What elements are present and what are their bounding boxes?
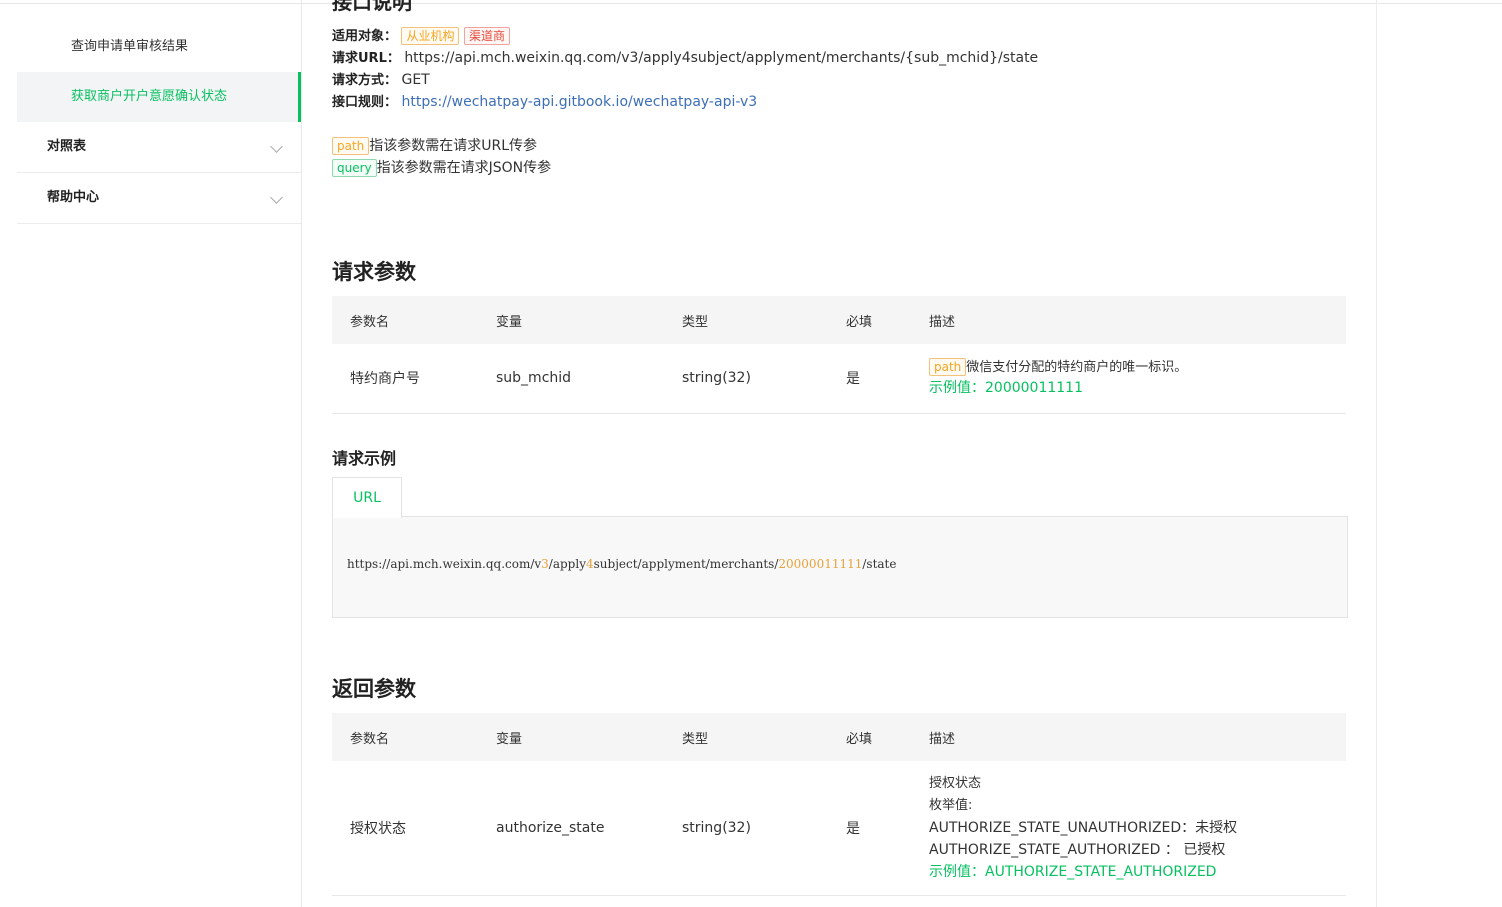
col-header: 变量 bbox=[495, 713, 681, 761]
applicable-label: 适用对象： bbox=[332, 29, 398, 44]
sidebar-nav: 查询申请单审核结果 获取商户开户意愿确认状态 对照表 帮助中心 bbox=[17, 22, 301, 224]
code-text: https://api.mch.weixin.qq.com/v bbox=[347, 557, 542, 571]
query-desc: 指该参数需在请求JSON传参 bbox=[376, 160, 552, 176]
sidebar-divider bbox=[301, 0, 302, 907]
url-label: 请求URL： bbox=[332, 51, 400, 66]
method-row: 请求方式： GET bbox=[332, 70, 430, 91]
tag-institution: 从业机构 bbox=[401, 27, 460, 45]
chevron-down-icon bbox=[270, 140, 283, 153]
response-params-title: 返回参数 bbox=[332, 677, 416, 701]
path-tag: path bbox=[332, 137, 370, 155]
param-var: authorize_state bbox=[495, 761, 681, 896]
chevron-down-icon bbox=[270, 191, 283, 204]
param-type: string(32) bbox=[681, 344, 845, 414]
desc-line: AUTHORIZE_STATE_UNAUTHORIZED：未授权 bbox=[929, 819, 1238, 836]
param-desc: 授权状态 枚举值: AUTHORIZE_STATE_UNAUTHORIZED：未… bbox=[928, 761, 1346, 896]
rule-label: 接口规则： bbox=[332, 95, 398, 110]
sidebar-group-reference-table[interactable]: 对照表 bbox=[17, 122, 301, 173]
sidebar-item-query-audit-result[interactable]: 查询申请单审核结果 bbox=[17, 22, 301, 72]
path-tag: path bbox=[929, 358, 967, 377]
col-header: 描述 bbox=[928, 713, 1346, 761]
path-desc: 指该参数需在请求URL传参 bbox=[369, 138, 538, 154]
col-header: 参数名 bbox=[332, 713, 495, 761]
col-header: 变量 bbox=[495, 296, 681, 344]
path-legend: path 指该参数需在请求URL传参 bbox=[332, 136, 537, 156]
col-header: 必填 bbox=[845, 713, 928, 761]
col-header: 参数名 bbox=[332, 296, 495, 344]
param-type: string(32) bbox=[681, 761, 845, 896]
desc-line: 枚举值: bbox=[929, 797, 973, 813]
code-text: /apply bbox=[548, 557, 586, 571]
code-text: subject/applyment/merchants/ bbox=[593, 557, 779, 571]
col-header: 类型 bbox=[681, 296, 845, 344]
rule-link[interactable]: https://wechatpay-api.gitbook.io/wechatp… bbox=[401, 94, 757, 110]
sidebar-group-label: 帮助中心 bbox=[47, 190, 100, 205]
sidebar-group-label: 对照表 bbox=[47, 139, 87, 154]
col-header: 描述 bbox=[928, 296, 1346, 344]
tab-url[interactable]: URL bbox=[332, 477, 402, 518]
request-params-title: 请求参数 bbox=[332, 260, 416, 284]
content-right-divider bbox=[1376, 0, 1377, 907]
table-row: 授权状态 authorize_state string(32) 是 授权状态 枚… bbox=[332, 761, 1346, 896]
code-number: 4 bbox=[585, 557, 594, 571]
rule-row: 接口规则： https://wechatpay-api.gitbook.io/w… bbox=[332, 92, 757, 113]
request-example-title: 请求示例 bbox=[332, 449, 397, 468]
desc-line: 授权状态 bbox=[929, 775, 982, 791]
code-text: /state bbox=[862, 557, 897, 571]
query-tag: query bbox=[332, 159, 377, 177]
col-header: 必填 bbox=[845, 296, 928, 344]
desc-line: AUTHORIZE_STATE_AUTHORIZED ： 已授权 bbox=[929, 841, 1226, 858]
example-value: 示例值：20000011111 bbox=[929, 380, 1083, 397]
param-required: 是 bbox=[845, 761, 928, 896]
response-params-table: 参数名 变量 类型 必填 描述 授权状态 authorize_state str… bbox=[332, 713, 1346, 896]
applicable-row: 适用对象： 从业机构 渠道商 bbox=[332, 26, 510, 47]
param-var: sub_mchid bbox=[495, 344, 681, 414]
sidebar-group-help-center[interactable]: 帮助中心 bbox=[17, 173, 301, 224]
param-name: 特约商户号 bbox=[332, 344, 495, 414]
code-number: 3 bbox=[541, 557, 549, 571]
top-border bbox=[0, 0, 1502, 4]
sidebar-item-merchant-intent-state[interactable]: 获取商户开户意愿确认状态 bbox=[17, 72, 301, 122]
param-required: 是 bbox=[845, 344, 928, 414]
param-desc: path 微信支付分配的特约商户的唯一标识。 示例值：20000011111 bbox=[928, 344, 1346, 414]
desc-text: 微信支付分配的特约商户的唯一标识。 bbox=[966, 360, 1188, 376]
code-block: https://api.mch.weixin.qq.com/v3/apply4s… bbox=[332, 516, 1348, 618]
table-header-row: 参数名 变量 类型 必填 描述 bbox=[332, 713, 1346, 761]
param-name: 授权状态 bbox=[332, 761, 495, 896]
method-label: 请求方式： bbox=[332, 73, 398, 88]
query-legend: query 指该参数需在请求JSON传参 bbox=[332, 158, 551, 178]
example-value: 示例值：AUTHORIZE_STATE_AUTHORIZED bbox=[929, 863, 1217, 880]
table-header-row: 参数名 变量 类型 必填 描述 bbox=[332, 296, 1346, 344]
method-value: GET bbox=[401, 72, 430, 88]
request-params-table: 参数名 变量 类型 必填 描述 特约商户号 sub_mchid string(3… bbox=[332, 296, 1346, 414]
url-row: 请求URL： https://api.mch.weixin.qq.com/v3/… bbox=[332, 48, 1038, 69]
code-line: https://api.mch.weixin.qq.com/v3/apply4s… bbox=[347, 557, 896, 571]
col-header: 类型 bbox=[681, 713, 845, 761]
tag-channel: 渠道商 bbox=[463, 27, 510, 45]
table-row: 特约商户号 sub_mchid string(32) 是 path 微信支付分配的… bbox=[332, 344, 1346, 414]
url-value: https://api.mch.weixin.qq.com/v3/apply4s… bbox=[404, 50, 1039, 66]
section-title-interface: 接口说明 bbox=[332, 0, 412, 14]
code-number: 20000011111 bbox=[778, 557, 863, 571]
